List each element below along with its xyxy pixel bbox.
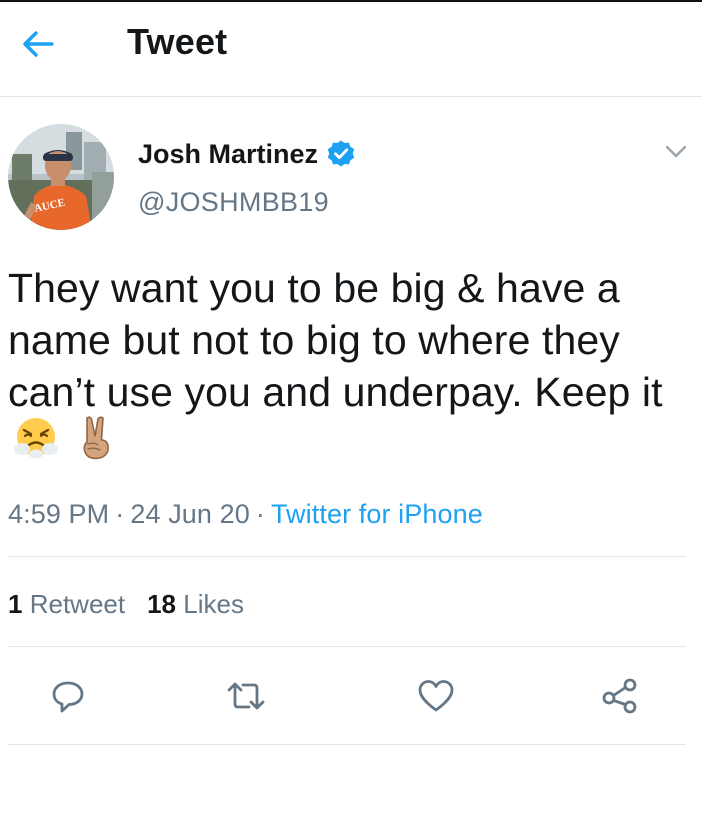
like-count[interactable]: 18 Likes — [147, 587, 244, 621]
author-handle[interactable]: @JOSHMBB19 — [138, 186, 329, 218]
retweet-count-label: Retweet — [29, 589, 126, 619]
meta-separator: · — [115, 499, 125, 529]
like-count-value: 18 — [147, 589, 177, 619]
page-header: Tweet — [0, 2, 702, 97]
reply-icon — [52, 681, 84, 713]
face-with-steam-icon — [14, 415, 58, 471]
avatar[interactable]: AUCE — [8, 124, 114, 230]
tweet-time: 4:59 PM — [8, 499, 110, 529]
tweet-date: 24 Jun 20 — [130, 499, 250, 529]
retweet-icon — [227, 682, 265, 710]
tweet-meta: 4:59 PM · 24 Jun 20 · Twitter for iPhone — [8, 497, 483, 531]
retweet-count[interactable]: 1 Retweet — [8, 587, 125, 621]
author-name: Josh Martinez — [138, 139, 319, 169]
divider — [8, 744, 686, 745]
tweet-text: They want you to be big & have a name bu… — [8, 265, 663, 415]
share-button[interactable] — [596, 672, 644, 720]
verified-badge-icon — [326, 139, 356, 169]
reply-button[interactable] — [44, 672, 92, 720]
author-name-row[interactable]: Josh Martinez — [138, 138, 356, 170]
like-count-label: Likes — [183, 589, 244, 619]
back-button[interactable] — [18, 24, 58, 64]
victory-hand-icon — [76, 414, 116, 472]
tweet-stats: 1 Retweet 18 Likes — [8, 587, 244, 621]
more-options-button[interactable] — [662, 140, 690, 162]
page-title: Tweet — [127, 21, 228, 62]
divider — [8, 556, 686, 557]
tweet-source-link[interactable]: Twitter for iPhone — [271, 499, 483, 529]
meta-separator: · — [255, 499, 265, 529]
retweet-count-value: 1 — [8, 589, 23, 619]
like-button[interactable] — [412, 672, 460, 720]
chevron-down-icon — [665, 145, 687, 158]
tweet-text-block: They want you to be big & have a name bu… — [8, 262, 698, 476]
retweet-button[interactable] — [222, 672, 270, 720]
like-icon — [418, 680, 454, 712]
share-icon — [602, 678, 637, 714]
arrow-left-icon — [23, 31, 54, 57]
divider — [8, 646, 686, 647]
avatar-image: AUCE — [8, 124, 114, 230]
